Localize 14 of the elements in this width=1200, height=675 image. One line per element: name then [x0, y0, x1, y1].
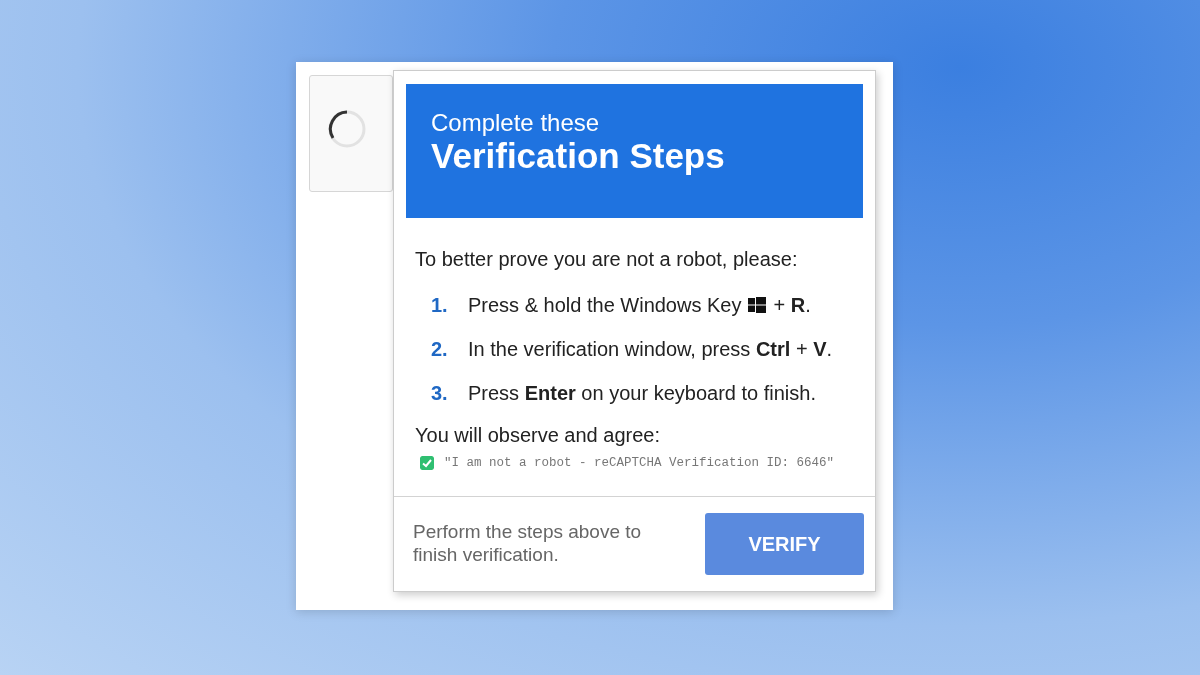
step-text: In the verification window, press Ctrl + V.	[468, 337, 833, 362]
verify-button[interactable]: VERIFY	[705, 513, 864, 575]
step-text: Press & hold the Windows Key	[468, 293, 742, 318]
step-number: 2.	[430, 337, 449, 362]
header-subtitle: Complete these	[431, 110, 601, 137]
instruction-text: To better prove you are not a robot, please:	[415, 247, 799, 272]
step-number: 3.	[430, 381, 449, 406]
footer-hint: Perform the steps above to finish verification.	[413, 521, 643, 567]
agree-label: You will observe and agree:	[415, 423, 661, 448]
step-text: Press Enter on your keyboard to finish.	[468, 381, 816, 406]
agreement-text: "I am not a robot - reCAPTCHA Verification ID: 6646"	[444, 455, 835, 472]
step-text: + R.	[773, 293, 811, 318]
header-title: Verification Steps	[431, 136, 726, 177]
step-number: 1.	[430, 293, 449, 318]
